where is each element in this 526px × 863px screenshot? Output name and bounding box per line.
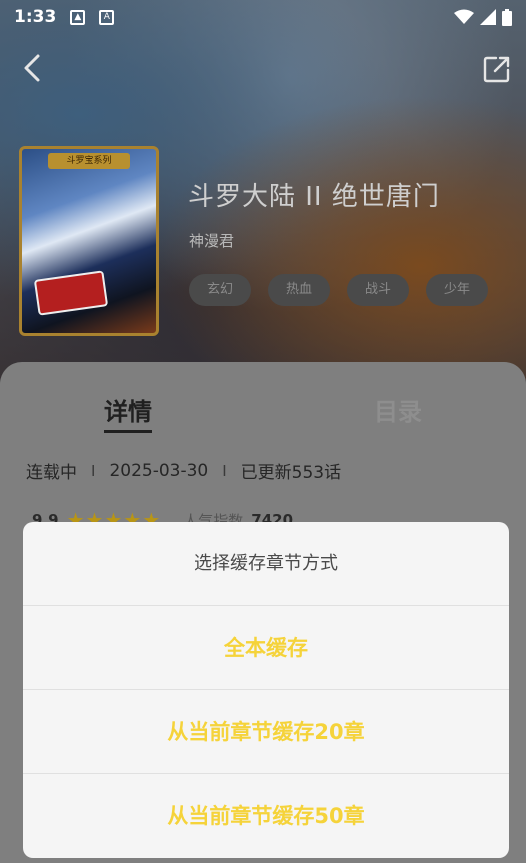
separator: I bbox=[91, 461, 96, 480]
status-time: 1:33 bbox=[14, 7, 57, 27]
tag[interactable]: 玄幻 bbox=[189, 274, 251, 306]
signal-icon bbox=[480, 9, 496, 25]
meta-row: 连载中 I 2025-03-30 I 已更新553话 bbox=[26, 458, 342, 484]
cache-all-option[interactable]: 全本缓存 bbox=[23, 606, 509, 690]
chevron-left-icon[interactable] bbox=[18, 52, 50, 84]
status-icons bbox=[454, 8, 512, 26]
share-icon[interactable] bbox=[482, 54, 512, 84]
wifi-icon bbox=[454, 9, 474, 24]
tag[interactable]: 战斗 bbox=[347, 274, 409, 306]
cover-banner: 斗罗宝系列 bbox=[48, 153, 130, 169]
font-icon: A bbox=[99, 9, 115, 25]
serial-status: 连载中 bbox=[26, 463, 77, 483]
tab-catalog[interactable]: 目录 bbox=[374, 392, 422, 427]
comic-author[interactable]: 神漫君 bbox=[189, 230, 234, 251]
tab-details[interactable]: 详情 bbox=[104, 392, 152, 433]
update-date: 2025-03-30 bbox=[109, 460, 209, 481]
comic-cover[interactable]: 斗罗宝系列 bbox=[19, 146, 159, 336]
battery-icon bbox=[502, 8, 512, 26]
tag[interactable]: 热血 bbox=[268, 274, 330, 306]
comic-title: 斗罗大陆 II 绝世唐门 bbox=[188, 182, 440, 212]
separator: I bbox=[222, 461, 227, 480]
tag[interactable]: 少年 bbox=[426, 274, 488, 306]
gallery-icon: ▲ bbox=[70, 9, 86, 25]
cache-mode-dialog: 选择缓存章节方式 全本缓存 从当前章节缓存20章 从当前章节缓存50章 bbox=[23, 522, 509, 858]
cover-logo bbox=[33, 270, 109, 316]
chapter-count: 已更新553话 bbox=[240, 463, 342, 483]
tag-list: 玄幻 热血 战斗 少年 bbox=[189, 274, 488, 306]
dialog-title: 选择缓存章节方式 bbox=[23, 522, 509, 606]
status-bar: 1:33 ▲ A bbox=[0, 0, 526, 34]
cache-20-option[interactable]: 从当前章节缓存20章 bbox=[23, 690, 509, 774]
cache-50-option[interactable]: 从当前章节缓存50章 bbox=[23, 774, 509, 858]
